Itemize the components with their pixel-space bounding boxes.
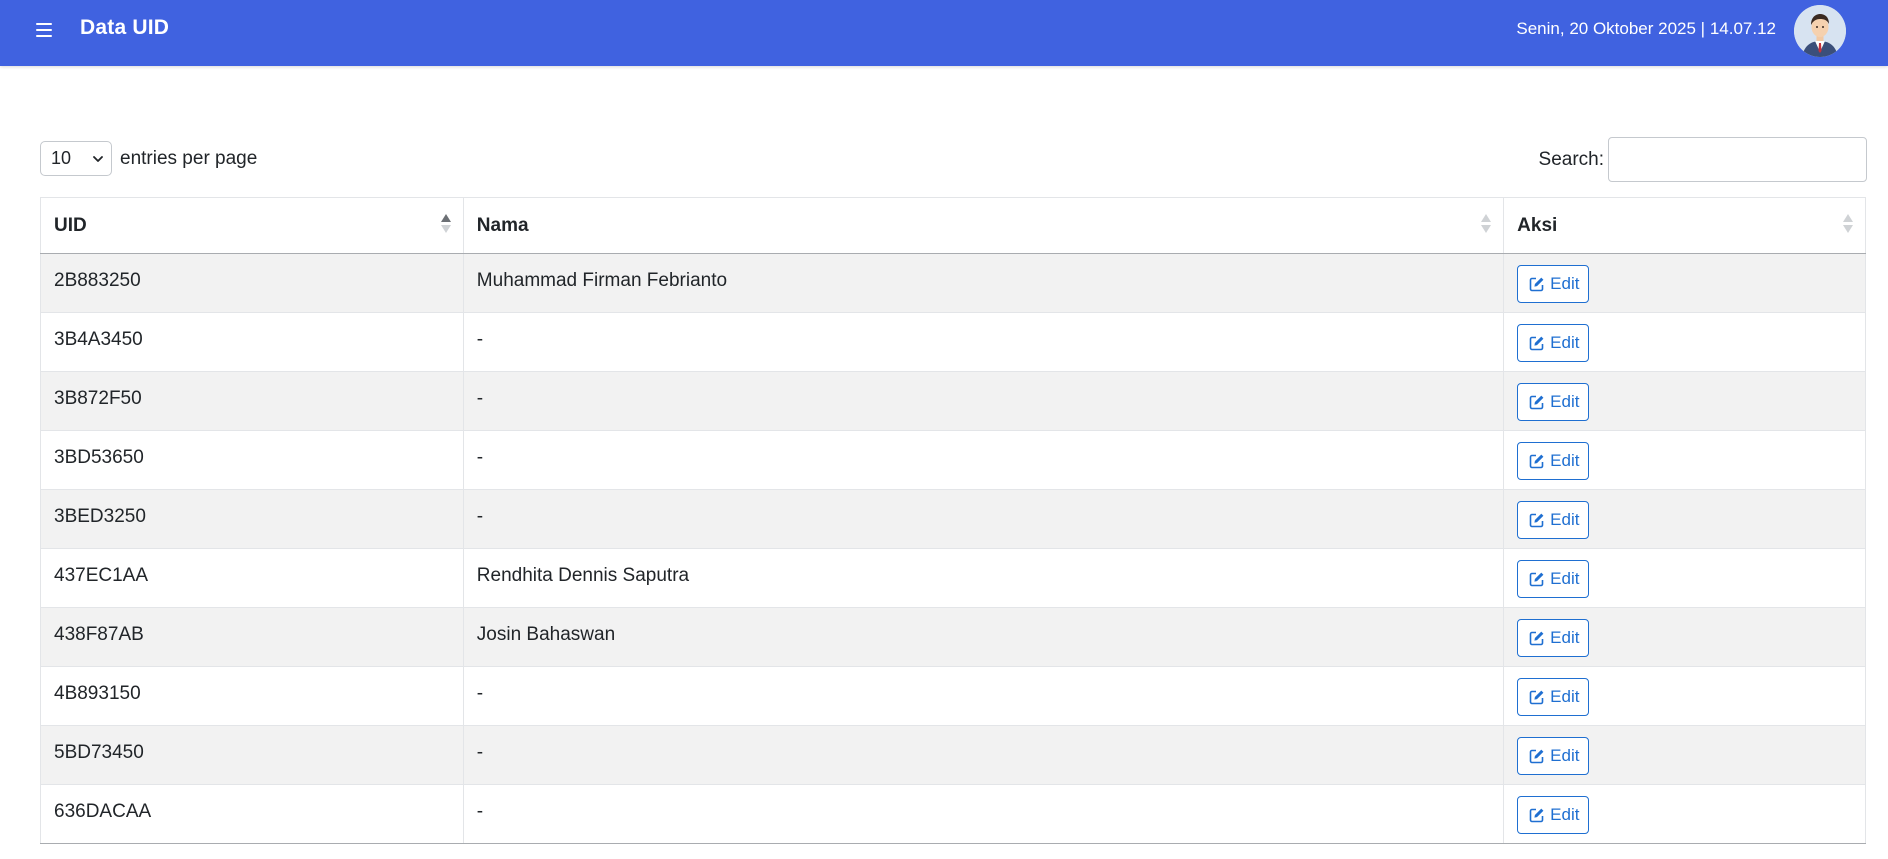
edit-button[interactable]: Edit (1517, 501, 1590, 539)
cell-nama: - (462, 489, 1505, 549)
table-body: 2B883250 Muhammad Firman Febrianto Edit 3B4… (40, 253, 1866, 844)
edit-button-label: Edit (1550, 451, 1580, 470)
pencil-square-icon (1529, 336, 1544, 351)
edit-button-label: Edit (1550, 274, 1580, 293)
cell-nama: - (462, 784, 1505, 844)
table-row: 5BD73450- Edit (40, 725, 1866, 785)
sort-icon (1481, 214, 1492, 236)
cell-aksi: Edit (1503, 489, 1866, 549)
column-header-label: Nama (476, 214, 529, 236)
edit-button-label: Edit (1550, 687, 1580, 706)
search-control: Search: (1539, 137, 1867, 182)
search-label: Search: (1538, 148, 1604, 170)
cell-uid: 437EC1AA (40, 548, 464, 608)
edit-button-label: Edit (1550, 569, 1580, 588)
table-header-row: UID Nama Aksi (40, 197, 1866, 254)
cell-uid: 2B883250 (40, 253, 464, 313)
table-row: 2B883250 Muhammad Firman Febrianto Edit (40, 253, 1866, 313)
column-header-aksi[interactable]: Aksi (1503, 197, 1866, 254)
cell-aksi: Edit (1503, 253, 1866, 313)
cell-aksi: Edit (1503, 725, 1866, 785)
user-avatar-icon[interactable] (1794, 5, 1846, 57)
edit-button[interactable]: Edit (1517, 737, 1590, 775)
column-header-uid[interactable]: UID (40, 197, 464, 254)
cell-uid: 5BD73450 (40, 725, 464, 785)
cell-nama: Josin Bahaswan (462, 607, 1505, 667)
entries-per-page-control: 10 entries per page (40, 141, 257, 176)
table-row: 636DACAA - Edit (40, 784, 1866, 844)
pencil-square-icon (1529, 277, 1544, 292)
edit-button[interactable]: Edit (1517, 796, 1590, 834)
table-row: 438F87AB Josin Bahaswan Edit (40, 607, 1866, 667)
top-navbar: Data UID Senin, 20 Oktober 2025 | 14.07.… (0, 0, 1888, 66)
cell-nama: - (462, 666, 1505, 726)
entries-per-page-select[interactable]: 10 (40, 141, 112, 176)
sort-ascending-icon (440, 214, 451, 236)
edit-button-label: Edit (1550, 510, 1580, 529)
edit-button[interactable]: Edit (1517, 678, 1590, 716)
cell-aksi: Edit (1503, 371, 1866, 431)
current-datetime: Senin, 20 Oktober 2025 | 14.07.12 (1516, 19, 1776, 38)
cell-aksi: Edit (1503, 548, 1866, 608)
edit-button[interactable]: Edit (1517, 442, 1590, 480)
pencil-square-icon (1529, 749, 1544, 764)
search-input[interactable] (1608, 137, 1867, 182)
table-row: 3BD53650- Edit (40, 430, 1866, 490)
table-row: 3B872F50- Edit (40, 371, 1866, 431)
pencil-square-icon (1529, 454, 1544, 469)
column-header-nama[interactable]: Nama (462, 197, 1505, 254)
pencil-square-icon (1529, 572, 1544, 587)
cell-uid: 636DACAA (40, 784, 464, 844)
edit-button-label: Edit (1550, 746, 1580, 765)
chevron-down-icon (93, 155, 103, 162)
pencil-square-icon (1529, 395, 1544, 410)
cell-uid: 4B893150 (40, 666, 464, 726)
cell-uid: 3B4A3450 (40, 312, 464, 372)
table-row: 3B4A3450- Edit (40, 312, 1866, 372)
cell-aksi: Edit (1503, 666, 1866, 726)
cell-uid: 3B872F50 (40, 371, 464, 431)
cell-uid: 3BD53650 (40, 430, 464, 490)
pencil-square-icon (1529, 513, 1544, 528)
edit-button-label: Edit (1550, 333, 1580, 352)
edit-button[interactable]: Edit (1517, 560, 1590, 598)
cell-nama: Rendhita Dennis Saputra (462, 548, 1505, 608)
cell-aksi: Edit (1503, 430, 1866, 490)
table-row: 437EC1AA Rendhita Dennis Saputra Edit (40, 548, 1866, 608)
entries-per-page-label: entries per page (120, 147, 258, 169)
edit-button-label: Edit (1550, 805, 1580, 824)
pencil-square-icon (1529, 808, 1544, 823)
cell-nama: - (462, 312, 1505, 372)
uid-table: UID Nama Aksi 2B883250 Muhammad Firman Fe… (40, 197, 1866, 844)
table-row: 3BED3250- Edit (40, 489, 1866, 549)
sort-icon (1843, 214, 1853, 236)
hamburger-menu-icon[interactable] (36, 20, 56, 40)
column-header-label: Aksi (1517, 214, 1558, 236)
cell-aksi: Edit (1503, 607, 1866, 667)
pencil-square-icon (1529, 690, 1544, 705)
pencil-square-icon (1529, 631, 1544, 646)
edit-button[interactable]: Edit (1517, 383, 1590, 421)
cell-nama: - (462, 430, 1505, 490)
edit-button[interactable]: Edit (1517, 265, 1590, 303)
column-header-label: UID (54, 214, 87, 236)
cell-nama: - (462, 371, 1505, 431)
edit-button-label: Edit (1550, 392, 1580, 411)
cell-uid: 438F87AB (40, 607, 464, 667)
cell-nama: - (462, 725, 1505, 785)
page-title: Data UID (80, 16, 170, 39)
edit-button-label: Edit (1550, 628, 1580, 647)
cell-nama: Muhammad Firman Febrianto (462, 253, 1505, 313)
entries-per-page-value: 10 (51, 148, 72, 168)
edit-button[interactable]: Edit (1517, 324, 1590, 362)
cell-aksi: Edit (1503, 312, 1866, 372)
cell-uid: 3BED3250 (40, 489, 464, 549)
table-row: 4B893150- Edit (40, 666, 1866, 726)
cell-aksi: Edit (1503, 784, 1866, 844)
edit-button[interactable]: Edit (1517, 619, 1590, 657)
